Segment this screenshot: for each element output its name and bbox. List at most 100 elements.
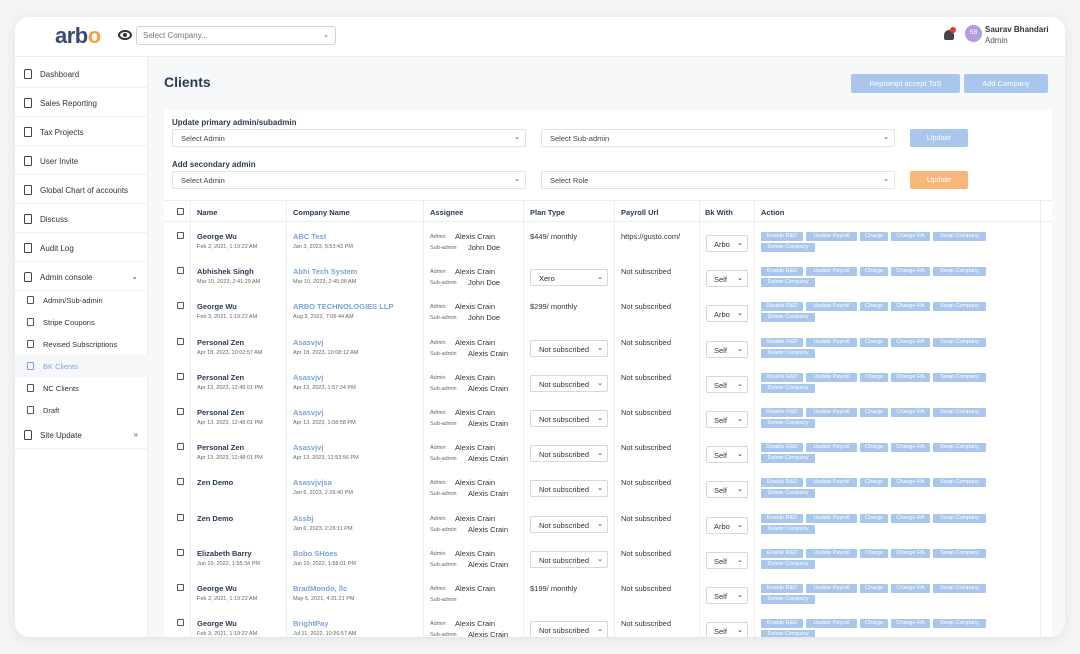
sidebar-item-user-invite[interactable]: User Invite	[15, 147, 148, 175]
add-company-button[interactable]: Add Company	[964, 74, 1048, 93]
toggle-rd-button[interactable]: Enable R&D	[761, 584, 803, 593]
row-checkbox[interactable]	[177, 548, 184, 556]
row-checkbox[interactable]	[177, 408, 184, 415]
toggle-rd-button[interactable]: Enable R&D	[761, 267, 803, 277]
swap-company-button[interactable]: Swap Company	[933, 337, 986, 347]
update-payroll-button[interactable]: Update Payroll	[806, 372, 857, 382]
bk-with-select[interactable]: Self ⌄	[706, 551, 748, 569]
change-ra-button[interactable]: Change RA	[891, 548, 930, 558]
swap-company-button[interactable]: Swap Company	[933, 478, 986, 488]
primary-update-button[interactable]: Update	[910, 129, 968, 147]
sidebar-item-admin-console[interactable]: Admin console ⌄	[15, 263, 148, 291]
bk-with-select[interactable]: Self ⌄	[706, 270, 748, 288]
change-ra-button[interactable]: Change RA	[891, 408, 930, 417]
select-all-checkbox[interactable]	[177, 208, 184, 215]
bk-with-select[interactable]: Arbo ⌄	[706, 235, 748, 252]
toggle-rd-button[interactable]: Enable R&D	[761, 619, 803, 629]
company-name-link[interactable]: Asasvjvjsa	[293, 478, 332, 487]
change-ra-button[interactable]: Change RA	[891, 584, 930, 593]
swap-company-button[interactable]: Swap Company	[933, 408, 986, 417]
delete-company-button[interactable]: Delete Company	[761, 454, 815, 464]
sidebar-item-tax-projects[interactable]: Tax Projects	[15, 118, 148, 146]
charge-button[interactable]: Charge	[860, 478, 888, 488]
double-chevron-icon[interactable]: »	[134, 430, 138, 439]
company-name-link[interactable]: Abhi Tech System	[293, 267, 357, 276]
swap-company-button[interactable]: Swap Company	[933, 232, 986, 241]
update-payroll-button[interactable]: Update Payroll	[806, 267, 857, 277]
change-ra-button[interactable]: Change RA	[891, 443, 930, 453]
header-assignee[interactable]: Assignee	[430, 208, 463, 217]
change-ra-button[interactable]: Change RA	[891, 372, 930, 382]
delete-company-button[interactable]: Delete Company	[761, 348, 815, 358]
charge-button[interactable]: Charge	[860, 513, 888, 523]
plan-type-select[interactable]: Not subscribed ⌄	[530, 480, 608, 498]
charge-button[interactable]: Charge	[860, 232, 888, 241]
sidebar-subitem-nc-clients[interactable]: NC Clients	[15, 377, 148, 399]
swap-company-button[interactable]: Swap Company	[933, 548, 986, 558]
logo[interactable]: arbo	[55, 23, 101, 49]
charge-button[interactable]: Charge	[860, 267, 888, 277]
update-payroll-button[interactable]: Update Payroll	[806, 302, 857, 312]
company-name-link[interactable]: ABC Test	[293, 232, 326, 241]
toggle-rd-button[interactable]: Disable R&D	[761, 337, 803, 347]
delete-company-button[interactable]: Delete Company	[761, 489, 815, 499]
charge-button[interactable]: Charge	[860, 443, 888, 453]
plan-type-select[interactable]: Not subscribed ⌄	[530, 410, 608, 427]
sidebar-item-audit-log[interactable]: Audit Log	[15, 234, 148, 262]
change-ra-button[interactable]: Change RA	[891, 337, 930, 347]
delete-company-button[interactable]: Delete Company	[761, 630, 815, 637]
primary-subadmin-select[interactable]: Select Sub-admin ⌄	[541, 129, 895, 147]
sidebar-item-dashboard[interactable]: Dashboard	[15, 60, 148, 88]
sidebar-item-discuss[interactable]: Discuss	[15, 205, 148, 233]
bell-icon[interactable]	[943, 27, 956, 40]
sidebar-subitem-revised-subscriptions[interactable]: Revised Subscriptions	[15, 333, 148, 355]
row-checkbox[interactable]	[177, 302, 184, 310]
sidebar-subitem-admin-sub-admin[interactable]: Admin/Sub-admin	[15, 289, 148, 311]
toggle-rd-button[interactable]: Enable R&D	[761, 232, 803, 241]
update-payroll-button[interactable]: Update Payroll	[806, 408, 857, 417]
row-checkbox[interactable]	[177, 619, 184, 627]
secondary-update-button[interactable]: Update	[910, 171, 968, 189]
sidebar-subitem-draft[interactable]: Draft	[15, 399, 148, 421]
plan-type-select[interactable]: Not subscribed ⌄	[530, 374, 608, 392]
plan-type-select[interactable]: Not subscribed ⌄	[530, 621, 608, 637]
update-payroll-button[interactable]: Update Payroll	[806, 478, 857, 488]
change-ra-button[interactable]: Change RA	[891, 513, 930, 523]
delete-company-button[interactable]: Delete Company	[761, 524, 815, 534]
charge-button[interactable]: Charge	[860, 548, 888, 558]
company-name-link[interactable]: Asasvjvj	[293, 443, 323, 452]
change-ra-button[interactable]: Change RA	[891, 619, 930, 629]
charge-button[interactable]: Charge	[860, 408, 888, 417]
row-checkbox[interactable]	[177, 232, 184, 239]
delete-company-button[interactable]: Delete Company	[761, 313, 815, 323]
bk-with-select[interactable]: Self ⌄	[706, 446, 748, 464]
swap-company-button[interactable]: Swap Company	[933, 584, 986, 593]
charge-button[interactable]: Charge	[860, 372, 888, 382]
bk-with-select[interactable]: Arbo ⌄	[706, 516, 748, 534]
company-name-link[interactable]: BradMondo, llc	[293, 584, 347, 593]
secondary-role-select[interactable]: Select Role ⌄	[541, 171, 895, 189]
delete-company-button[interactable]: Delete Company	[761, 243, 815, 252]
swap-company-button[interactable]: Swap Company	[933, 267, 986, 277]
delete-company-button[interactable]: Delete Company	[761, 595, 815, 604]
sidebar-item-sales-reporting[interactable]: Sales Reporting	[15, 89, 148, 117]
company-select[interactable]: Select Company... ⌄	[136, 26, 336, 45]
toggle-rd-button[interactable]: Disable R&D	[761, 408, 803, 417]
charge-button[interactable]: Charge	[860, 584, 888, 593]
toggle-rd-button[interactable]: Enable R&D	[761, 548, 803, 558]
plan-type-select[interactable]: Xero ⌄	[530, 269, 608, 287]
row-checkbox[interactable]	[177, 513, 184, 521]
company-name-link[interactable]: Assbj	[293, 514, 313, 523]
sidebar-subitem-stripe-coupons[interactable]: Stripe Coupons	[15, 311, 148, 333]
toggle-rd-button[interactable]: Disable R&D	[761, 443, 803, 453]
row-checkbox[interactable]	[177, 584, 184, 591]
primary-admin-select[interactable]: Select Admin ⌄	[172, 129, 526, 147]
bk-with-select[interactable]: Self ⌄	[706, 481, 748, 499]
toggle-rd-button[interactable]: Disable R&D	[761, 372, 803, 382]
bk-with-select[interactable]: Arbo ⌄	[706, 305, 748, 323]
row-checkbox[interactable]	[177, 372, 184, 380]
toggle-rd-button[interactable]: Disable R&D	[761, 302, 803, 312]
update-payroll-button[interactable]: Update Payroll	[806, 513, 857, 523]
avatar[interactable]: SB	[965, 25, 982, 42]
change-ra-button[interactable]: Change RA	[891, 302, 930, 312]
